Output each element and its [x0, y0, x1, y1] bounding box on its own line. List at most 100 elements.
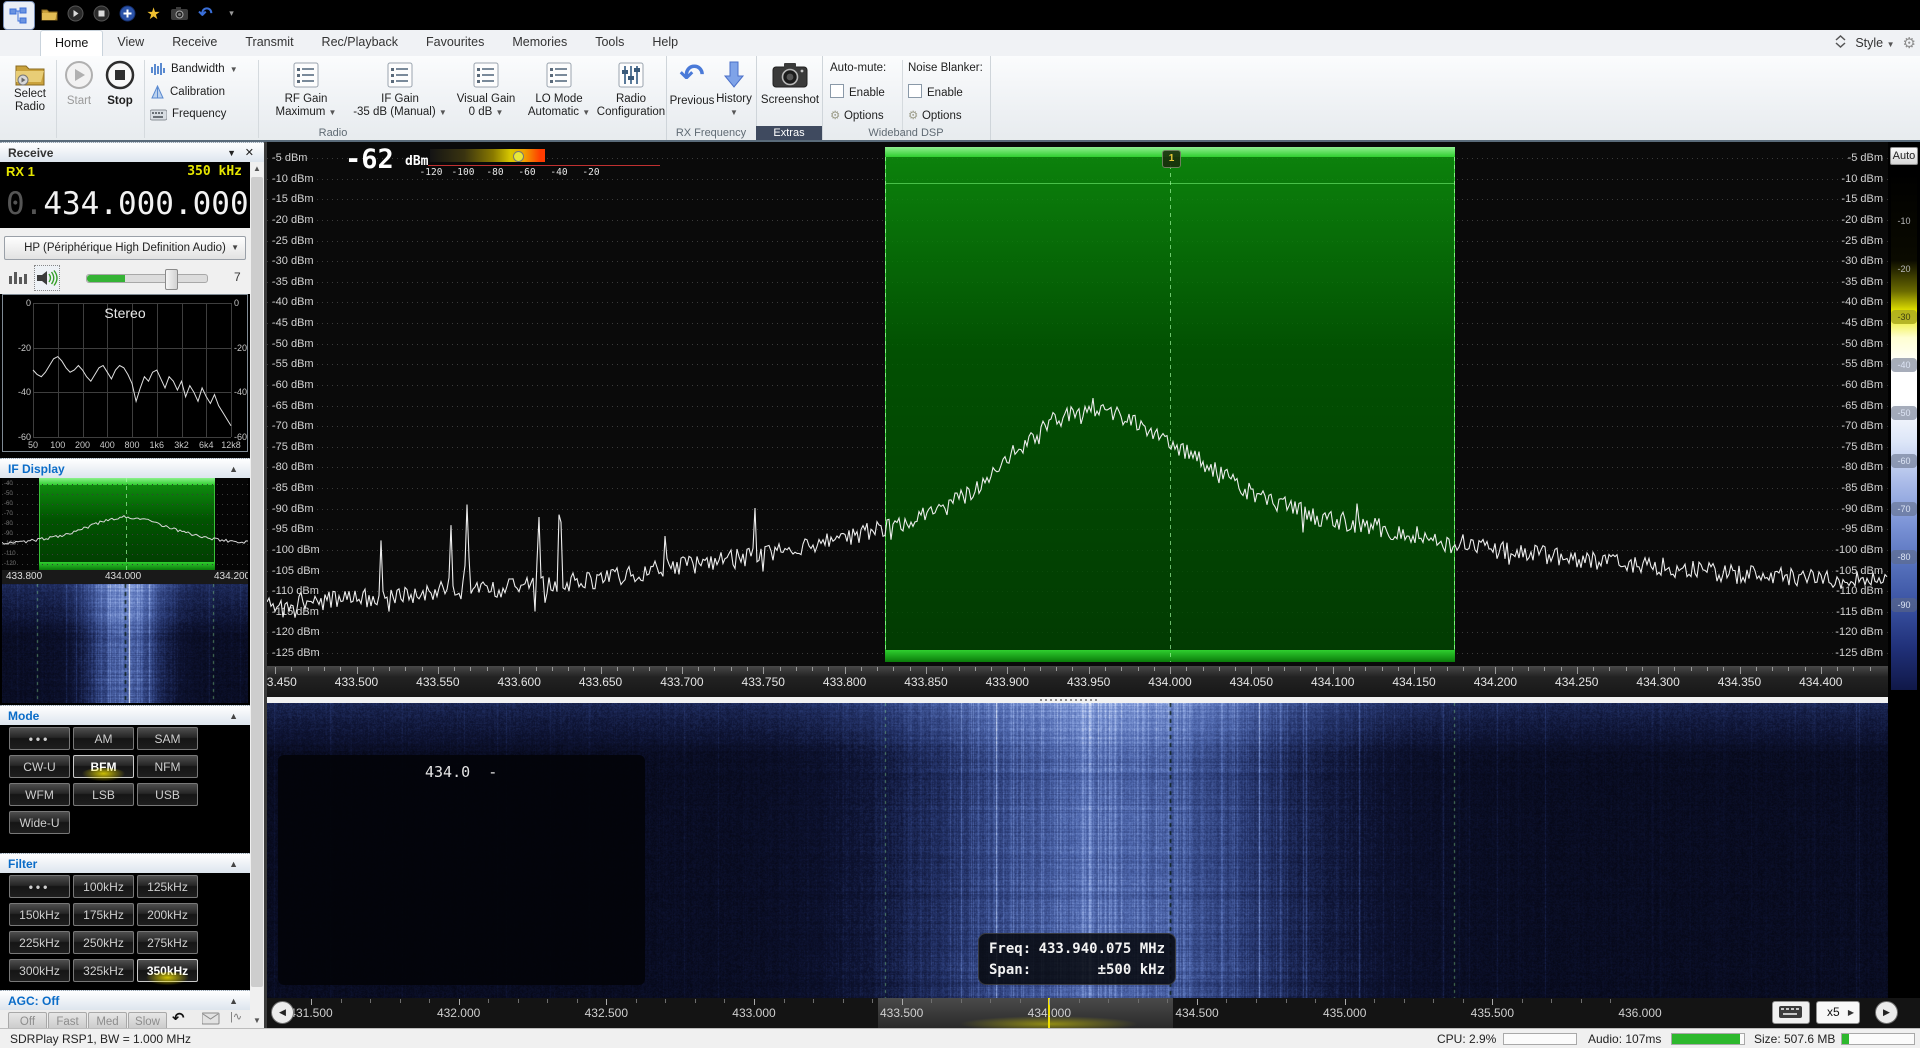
automute-options-button[interactable]: ⚙ Options [830, 108, 884, 122]
tab-favourites[interactable]: Favourites [412, 30, 498, 56]
panel-menu-chevron-icon[interactable]: ▼ [227, 143, 236, 163]
nav-scroll-right-button[interactable]: ▶ [1875, 1001, 1898, 1024]
tab-rec-playback[interactable]: Rec/Playback [308, 30, 412, 56]
filter-header[interactable]: Filter▲ [0, 853, 264, 873]
filter-button-100khz[interactable]: 100kHz [73, 875, 134, 898]
collapse-icon[interactable]: ▲ [229, 991, 238, 1011]
screenshot-button[interactable]: Screenshot [760, 62, 820, 107]
spectrum-display[interactable]: 1 -5 dBm-10 dBm-15 dBm-20 dBm-25 dBm-30 … [267, 142, 1888, 998]
filter-button-[interactable]: ••• [9, 875, 70, 898]
mode-button-wideu[interactable]: Wide-U [9, 811, 70, 834]
receive-panel-header[interactable]: Receive ▼ ✕ [0, 142, 264, 162]
nav-frequency-label: 432.000 [424, 1006, 494, 1020]
noise-blanker-enable-checkbox[interactable]: Enable [908, 84, 963, 99]
mode-button-wfm[interactable]: WFM [9, 783, 70, 806]
frequency-navigation-bar[interactable]: 431.500432.000432.500433.000433.500434.0… [267, 998, 1920, 1028]
bandwidth-menu-button[interactable]: Bandwidth▼ [150, 62, 260, 76]
gain-button-radio[interactable]: RadioConfiguration [596, 62, 666, 119]
gain-button-if-gain[interactable]: IF Gain-35 dB (Manual) ▼ [352, 62, 448, 119]
tab-home[interactable]: Home [40, 30, 103, 56]
tab-transmit[interactable]: Transmit [231, 30, 307, 56]
favourites-star-icon[interactable]: ★ [144, 4, 163, 23]
filter-button-150khz[interactable]: 150kHz [9, 903, 70, 926]
quick-access-menu-icon[interactable]: ▾ [222, 4, 241, 23]
collapse-icon[interactable]: ▲ [229, 706, 238, 726]
undo-agc-icon[interactable]: ↶ [172, 1009, 185, 1027]
mode-header[interactable]: Mode▲ [0, 705, 264, 725]
mode-button-nfm[interactable]: NFM [137, 755, 198, 778]
ribbon-collapse-icon[interactable] [1834, 34, 1847, 52]
tab-help[interactable]: Help [638, 30, 692, 56]
scroll-up-arrow[interactable]: ▲ [250, 162, 264, 176]
if-display-header[interactable]: IF Display ▲ [0, 458, 264, 478]
nav-scroll-left-button[interactable]: ◀ [271, 1001, 294, 1024]
stop-button[interactable]: Stop [100, 60, 140, 108]
collapse-icon[interactable]: ▲ [229, 459, 238, 479]
gain-button-visual-gain[interactable]: Visual Gain0 dB ▼ [450, 62, 522, 119]
previous-frequency-button[interactable]: ↶ Previous [670, 60, 714, 108]
start-button[interactable]: Start [60, 60, 98, 108]
mode-button-am[interactable]: AM [73, 727, 134, 750]
agc-header[interactable]: AGC: Off▲ [0, 990, 264, 1010]
stop-icon[interactable] [92, 4, 111, 23]
frequency-menu-button[interactable]: Frequency [150, 108, 250, 121]
if-spectrum[interactable]: -40-50-60-70-80-90-100-110-120 [2, 478, 248, 570]
filter-button-250khz[interactable]: 250kHz [73, 931, 134, 954]
filter-button-225khz[interactable]: 225kHz [9, 931, 70, 954]
automute-enable-checkbox[interactable]: Enable [830, 84, 885, 99]
frequency-display[interactable]: 0.434.000.000 [0, 180, 250, 228]
nav-zoom-button[interactable]: x5 ▶ [1816, 1001, 1860, 1024]
start-icon[interactable] [66, 4, 85, 23]
frequency-history-button[interactable]: History ▼ [714, 60, 754, 119]
nav-keyboard-button[interactable] [1772, 1001, 1810, 1024]
select-radio-button[interactable]: Select Radio [6, 60, 54, 114]
ruler-tick [405, 667, 406, 671]
colour-gradient-bar[interactable] [1891, 172, 1917, 690]
notch-icon[interactable] [202, 1012, 220, 1025]
tab-memories[interactable]: Memories [498, 30, 581, 56]
mode-button-[interactable]: ••• [9, 727, 70, 750]
squelch-icon[interactable]: |∿ [230, 1010, 242, 1023]
settings-gear-icon[interactable]: ⚙ [1903, 34, 1916, 52]
filter-button-200khz[interactable]: 200kHz [137, 903, 198, 926]
undo-icon[interactable]: ↶ [196, 4, 215, 23]
filter-button-275khz[interactable]: 275kHz [137, 931, 198, 954]
filter-button-125khz[interactable]: 125kHz [137, 875, 198, 898]
calibration-menu-button[interactable]: Calibration [150, 85, 254, 99]
filter-button-175khz[interactable]: 175kHz [73, 903, 134, 926]
audio-device-dropdown[interactable]: HP (Périphérique High Definition Audio) … [4, 236, 246, 260]
mode-button-cwu[interactable]: CW-U [9, 755, 70, 778]
open-folder-icon[interactable] [40, 4, 59, 23]
mute-speaker-button[interactable] [34, 265, 60, 291]
camera-icon[interactable] [170, 4, 189, 23]
tab-receive[interactable]: Receive [158, 30, 231, 56]
volume-slider-thumb[interactable] [165, 269, 178, 290]
filter-button-300khz[interactable]: 300kHz [9, 959, 70, 982]
volume-slider[interactable] [86, 274, 208, 283]
add-receiver-icon[interactable] [118, 4, 137, 23]
tab-tools[interactable]: Tools [581, 30, 638, 56]
rx-info-row: RX 1 350 kHz [0, 162, 250, 180]
ruler-tick [552, 667, 553, 671]
panel-close-icon[interactable]: ✕ [245, 143, 254, 163]
gain-button-lo-mode[interactable]: LO ModeAutomatic ▼ [524, 62, 594, 119]
receive-panel-scrollbar[interactable]: ▲ ▼ [250, 162, 264, 1028]
scroll-down-arrow[interactable]: ▼ [250, 1014, 264, 1028]
app-logo-icon[interactable] [3, 1, 35, 30]
mode-button-lsb[interactable]: LSB [73, 783, 134, 806]
mode-button-sam[interactable]: SAM [137, 727, 198, 750]
style-dropdown[interactable]: Style ▼ [1855, 36, 1894, 50]
spectrum-frequency-ruler[interactable]: 433.450433.500433.550433.600433.650433.7… [267, 666, 1888, 697]
if-waterfall[interactable] [2, 584, 248, 703]
mode-button-bfm[interactable]: BFM [73, 755, 134, 778]
gain-button-rf-gain[interactable]: RF GainMaximum ▼ [262, 62, 350, 119]
collapse-icon[interactable]: ▲ [229, 854, 238, 874]
equalizer-icon[interactable] [8, 268, 30, 286]
tab-view[interactable]: View [103, 30, 158, 56]
filter-button-325khz[interactable]: 325kHz [73, 959, 134, 982]
filter-button-350khz[interactable]: 350kHz [137, 959, 198, 982]
noise-blanker-options-button[interactable]: ⚙ Options [908, 108, 962, 122]
auto-scale-button[interactable]: Auto [1890, 147, 1918, 165]
mode-button-usb[interactable]: USB [137, 783, 198, 806]
scrollbar-thumb[interactable] [251, 177, 263, 987]
